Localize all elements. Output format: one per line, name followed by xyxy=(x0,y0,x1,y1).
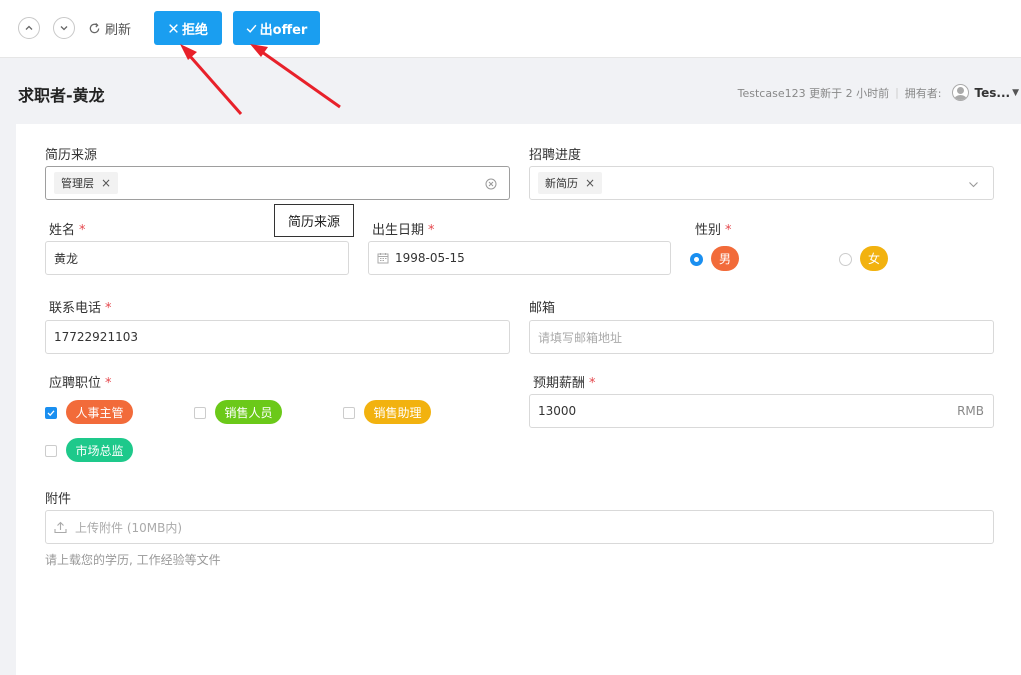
offer-button[interactable]: 出offer xyxy=(233,11,320,45)
position-checkbox-hr-manager[interactable] xyxy=(45,407,57,419)
birthdate-label-text: 出生日期 xyxy=(372,223,425,238)
chevron-down-icon xyxy=(60,26,68,31)
tag-close-icon[interactable]: × xyxy=(101,176,111,190)
name-label: 姓名 * xyxy=(49,219,86,238)
check-icon xyxy=(47,410,55,417)
gender-radio-female[interactable] xyxy=(839,253,852,266)
record-meta: Testcase123 更新于 2 小时前 | 拥有者: Tes... ▼ xyxy=(738,84,1019,101)
position-option-marketing-director[interactable]: 市场总监 xyxy=(66,438,133,462)
refresh-icon xyxy=(89,22,100,33)
upload-icon xyxy=(54,521,67,533)
clear-icon[interactable] xyxy=(485,178,497,190)
owner-name[interactable]: Tes... xyxy=(975,86,1011,100)
required-mark: * xyxy=(428,223,435,238)
tag-close-icon[interactable]: × xyxy=(585,176,595,190)
birthdate-label: 出生日期 * xyxy=(372,219,435,238)
meta-divider: | xyxy=(895,86,899,99)
name-value: 黄龙 xyxy=(54,251,79,266)
page-title: 求职者-黄龙 xyxy=(18,86,105,105)
salary-label: 预期薪酬 * xyxy=(533,372,596,391)
position-label: 应聘职位 * xyxy=(49,372,112,391)
name-label-text: 姓名 xyxy=(49,223,76,238)
required-mark: * xyxy=(105,376,112,391)
calendar-icon xyxy=(377,253,389,264)
salary-label-text: 预期薪酬 xyxy=(533,376,586,391)
email-input[interactable]: 请填写邮箱地址 xyxy=(529,320,994,354)
gender-label: 性别 * xyxy=(695,219,732,238)
position-option-sales-staff[interactable]: 销售人员 xyxy=(215,400,282,424)
previous-record-button[interactable] xyxy=(18,17,40,39)
phone-input[interactable]: 17722921103 xyxy=(45,320,510,354)
chevron-up-icon xyxy=(25,25,33,30)
owner-label: 拥有者: xyxy=(904,86,942,100)
recruit-progress-tag: 新简历 × xyxy=(538,172,603,194)
position-checkbox-sales-staff[interactable] xyxy=(194,407,206,419)
recruit-progress-label: 招聘进度 xyxy=(529,148,582,163)
position-option-hr-manager[interactable]: 人事主管 xyxy=(66,400,133,424)
resume-source-select[interactable]: 管理层 × xyxy=(45,166,510,200)
gender-label-text: 性别 xyxy=(695,223,722,238)
gender-radio-male[interactable] xyxy=(690,253,703,266)
recruit-progress-select[interactable]: 新简历 × xyxy=(529,166,994,200)
resume-source-tag: 管理层 × xyxy=(54,172,119,194)
attachment-upload-text: 上传附件 (10MB内) xyxy=(75,520,183,535)
position-label-text: 应聘职位 xyxy=(49,376,102,391)
refresh-button[interactable]: 刷新 xyxy=(88,18,131,38)
required-mark: * xyxy=(79,223,86,238)
caret-down-icon[interactable]: ▼ xyxy=(1012,88,1019,98)
avatar[interactable] xyxy=(951,84,969,101)
attachment-upload[interactable]: 上传附件 (10MB内) xyxy=(45,510,994,544)
email-placeholder: 请填写邮箱地址 xyxy=(538,330,623,345)
salary-unit: RMB xyxy=(957,404,984,418)
phone-label-text: 联系电话 xyxy=(49,301,102,316)
close-icon xyxy=(169,23,178,33)
required-mark: * xyxy=(725,223,732,238)
gender-option-female[interactable]: 女 xyxy=(860,246,888,271)
birthdate-value: 1998-05-15 xyxy=(395,251,465,265)
updated-text: Testcase123 更新于 2 小时前 xyxy=(737,86,890,100)
phone-value: 17722921103 xyxy=(54,330,138,344)
reject-button[interactable]: 拒绝 xyxy=(154,11,222,45)
resume-source-label: 简历来源 xyxy=(45,148,98,163)
offer-label: 出offer xyxy=(259,22,308,38)
chevron-down-icon xyxy=(969,182,978,188)
position-checkbox-sales-assistant[interactable] xyxy=(343,407,355,419)
attachment-label: 附件 xyxy=(45,492,72,507)
phone-label: 联系电话 * xyxy=(49,297,112,316)
name-input[interactable]: 黄龙 xyxy=(45,241,349,275)
required-mark: * xyxy=(105,301,112,316)
refresh-label: 刷新 xyxy=(105,22,132,38)
salary-input[interactable]: 13000 RMB xyxy=(529,394,994,428)
email-label: 邮箱 xyxy=(529,301,556,316)
reject-label: 拒绝 xyxy=(181,22,208,38)
check-icon xyxy=(246,24,257,33)
birthdate-input[interactable]: 1998-05-15 xyxy=(368,241,671,275)
recruit-progress-tag-label: 新简历 xyxy=(545,177,578,190)
next-record-button[interactable] xyxy=(53,17,75,39)
position-option-sales-assistant[interactable]: 销售助理 xyxy=(364,400,431,424)
required-mark: * xyxy=(589,376,596,391)
resume-source-tag-label: 管理层 xyxy=(61,177,94,190)
salary-value: 13000 xyxy=(538,404,577,418)
gender-option-male[interactable]: 男 xyxy=(711,246,739,271)
toolbar: 刷新 拒绝 出offer xyxy=(0,0,1021,58)
tooltip: 简历来源 xyxy=(274,204,354,237)
position-checkbox-marketing-director[interactable] xyxy=(45,445,57,457)
attachment-hint: 请上载您的学历, 工作经验等文件 xyxy=(45,553,221,567)
